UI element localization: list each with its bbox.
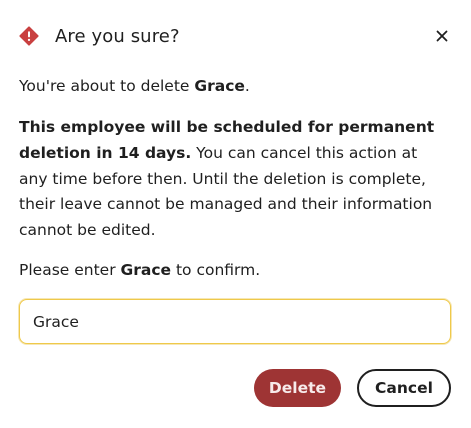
confirm-instruction: Please enter Grace to confirm. (19, 258, 447, 284)
confirm-name: Grace (120, 261, 172, 279)
dialog-title: Are you sure? (55, 25, 180, 47)
intro-suffix: . (244, 77, 250, 95)
confirm-delete-dialog: Are you sure? You're about to delete Gra… (0, 0, 471, 428)
confirm-name-input[interactable] (20, 300, 450, 343)
warning-text: This employee will be scheduled for perm… (19, 115, 447, 244)
dialog-header: Are you sure? (19, 22, 452, 50)
cancel-button[interactable]: Cancel (357, 369, 451, 407)
confirm-suffix: to confirm. (171, 261, 261, 279)
confirm-input-wrapper (19, 299, 451, 344)
employee-name: Grace (194, 77, 245, 95)
confirm-prefix: Please enter (19, 261, 121, 279)
delete-button[interactable]: Delete (254, 369, 341, 407)
intro-prefix: You're about to delete (19, 77, 195, 95)
close-icon (436, 30, 448, 42)
intro-text: You're about to delete Grace. (19, 74, 447, 100)
warning-diamond-icon (19, 26, 39, 46)
close-button[interactable] (432, 26, 452, 46)
